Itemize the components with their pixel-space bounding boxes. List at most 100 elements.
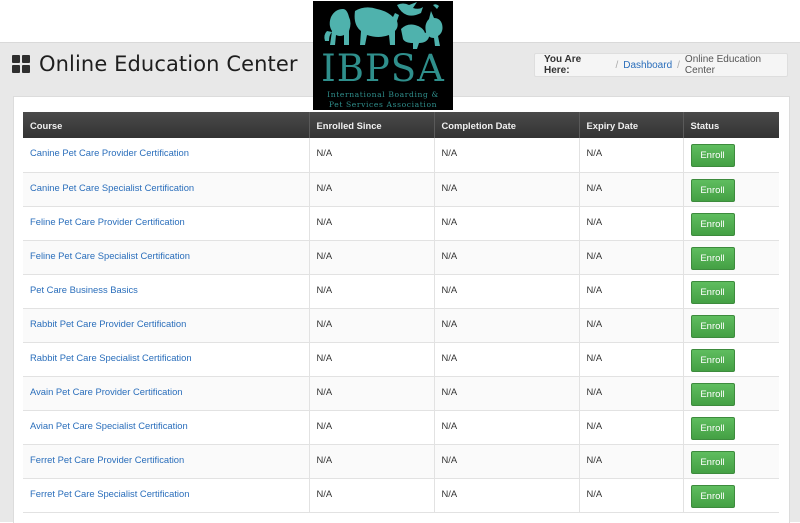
expiry-date-cell: N/A — [579, 206, 684, 241]
enroll-button[interactable]: Enroll — [690, 348, 735, 372]
breadcrumb: You Are Here: / Dashboard / Online Educa… — [534, 53, 788, 77]
expiry-date-cell: N/A — [579, 342, 684, 377]
enroll-button[interactable]: Enroll — [690, 450, 735, 474]
page-title-text: Online Education Center — [39, 52, 298, 76]
table-row: Ferret Pet Care Specialist Certification… — [23, 478, 779, 513]
enrolled-since-cell-value: N/A — [316, 419, 333, 431]
course-link[interactable]: Pet Care Business Basics — [30, 284, 138, 295]
completion-date-cell: N/A — [434, 138, 580, 173]
breadcrumb-current: Online Education Center — [684, 54, 762, 76]
course-cell: Ferret Pet Care Specialist Certification — [23, 478, 310, 513]
completion-date-cell-value: N/A — [441, 181, 458, 193]
completion-date-cell: N/A — [434, 410, 580, 445]
completion-date-cell-value: N/A — [441, 249, 458, 261]
table-row: Ferret Pet Care Provider Certification N/… — [23, 444, 779, 479]
expiry-date-cell: N/A — [579, 478, 684, 513]
completion-date-cell: N/A — [434, 308, 580, 343]
enroll-button[interactable]: Enroll — [690, 416, 735, 440]
courses-panel: Course Enrolled Since Completion Date Ex… — [13, 96, 790, 523]
expiry-date-cell-value: N/A — [586, 317, 603, 329]
enrolled-since-cell: N/A — [309, 478, 435, 513]
status-cell: Enroll — [683, 444, 779, 479]
courses-table: Course Enrolled Since Completion Date Ex… — [23, 112, 779, 513]
enroll-button[interactable]: Enroll — [690, 246, 735, 270]
enrolled-since-cell-value: N/A — [316, 283, 333, 295]
completion-date-cell-value: N/A — [441, 351, 458, 363]
completion-date-cell: N/A — [434, 376, 580, 411]
status-cell: Enroll — [683, 138, 779, 173]
expiry-date-cell-value: N/A — [586, 215, 603, 227]
status-cell: Enroll — [683, 342, 779, 377]
enroll-button[interactable]: Enroll — [690, 484, 735, 508]
expiry-date-cell-value: N/A — [586, 181, 603, 193]
enrolled-since-cell: N/A — [309, 206, 435, 241]
enroll-button[interactable]: Enroll — [690, 314, 735, 338]
course-cell: Feline Pet Care Specialist Certification — [23, 240, 310, 275]
breadcrumb-separator: / — [677, 59, 680, 71]
completion-date-cell-value: N/A — [441, 215, 458, 227]
logo-subtitle-line1: International Boarding & — [327, 90, 439, 99]
course-link[interactable]: Rabbit Pet Care Provider Certification — [30, 318, 186, 329]
course-cell: Canine Pet Care Provider Certification — [23, 138, 310, 173]
course-link[interactable]: Feline Pet Care Specialist Certification — [30, 250, 190, 261]
course-cell: Pet Care Business Basics — [23, 274, 310, 309]
enrolled-since-cell: N/A — [309, 376, 435, 411]
enrolled-since-cell: N/A — [309, 308, 435, 343]
course-link[interactable]: Canine Pet Care Specialist Certification — [30, 182, 194, 193]
course-link[interactable]: Feline Pet Care Provider Certification — [30, 216, 185, 227]
expiry-date-cell-value: N/A — [586, 385, 603, 397]
table-row: Feline Pet Care Provider Certification N/… — [23, 206, 779, 241]
enrolled-since-cell: N/A — [309, 138, 435, 173]
table-row: Rabbit Pet Care Provider Certification N/… — [23, 308, 779, 343]
enrolled-since-cell-value: N/A — [316, 181, 333, 193]
status-cell: Enroll — [683, 376, 779, 411]
expiry-date-cell-value: N/A — [586, 283, 603, 295]
enrolled-since-cell-value: N/A — [316, 487, 333, 499]
enrolled-since-cell-value: N/A — [316, 317, 333, 329]
enrolled-since-cell-value: N/A — [316, 351, 333, 363]
enroll-button[interactable]: Enroll — [690, 212, 735, 236]
table-row: Avain Pet Care Provider Certification N/A… — [23, 376, 779, 411]
logo-wordmark: IBPSA — [321, 47, 445, 90]
breadcrumb-separator: / — [615, 59, 619, 71]
completion-date-cell: N/A — [434, 274, 580, 309]
course-link[interactable]: Ferret Pet Care Specialist Certification — [30, 488, 189, 499]
enrolled-since-cell-value: N/A — [316, 147, 333, 158]
status-cell: Enroll — [683, 308, 779, 343]
enroll-button[interactable]: Enroll — [690, 144, 735, 167]
column-header-course: Course — [23, 112, 310, 138]
expiry-date-cell: N/A — [579, 444, 684, 479]
enrolled-since-cell: N/A — [309, 240, 435, 275]
breadcrumb-dashboard-link[interactable]: Dashboard — [623, 60, 672, 71]
course-link[interactable]: Avain Pet Care Provider Certification — [30, 386, 183, 397]
expiry-date-cell-value: N/A — [586, 453, 603, 465]
expiry-date-cell: N/A — [579, 308, 684, 343]
completion-date-cell-value: N/A — [441, 487, 458, 499]
course-link[interactable]: Rabbit Pet Care Specialist Certification — [30, 352, 192, 363]
animals-silhouette-icon — [324, 2, 443, 49]
enrolled-since-cell-value: N/A — [316, 215, 333, 227]
course-link[interactable]: Ferret Pet Care Provider Certification — [30, 454, 184, 465]
completion-date-cell: N/A — [434, 342, 580, 377]
completion-date-cell: N/A — [434, 444, 580, 479]
expiry-date-cell-value: N/A — [586, 419, 603, 431]
table-header-row: Course Enrolled Since Completion Date Ex… — [23, 112, 779, 138]
completion-date-cell-value: N/A — [441, 453, 458, 465]
column-header-status: Status — [683, 112, 779, 138]
expiry-date-cell: N/A — [579, 138, 684, 173]
expiry-date-cell: N/A — [579, 410, 684, 445]
expiry-date-cell-value: N/A — [586, 147, 603, 158]
course-link[interactable]: Canine Pet Care Provider Certification — [30, 147, 189, 158]
course-link[interactable]: Avian Pet Care Specialist Certification — [30, 420, 188, 431]
enroll-button[interactable]: Enroll — [690, 178, 735, 202]
logo-subtitle-line2: Pet Services Association — [328, 100, 438, 109]
enrolled-since-cell-value: N/A — [316, 385, 333, 397]
column-header-completion-date: Completion Date — [434, 112, 580, 138]
enroll-button[interactable]: Enroll — [690, 382, 735, 406]
table-row: Pet Care Business Basics N/A N/A N/A Enroll — [23, 274, 779, 309]
completion-date-cell-value: N/A — [441, 147, 458, 158]
status-cell: Enroll — [683, 410, 779, 445]
table-row: Feline Pet Care Specialist Certification… — [23, 240, 779, 275]
enrolled-since-cell: N/A — [309, 444, 435, 479]
enroll-button[interactable]: Enroll — [690, 280, 735, 304]
